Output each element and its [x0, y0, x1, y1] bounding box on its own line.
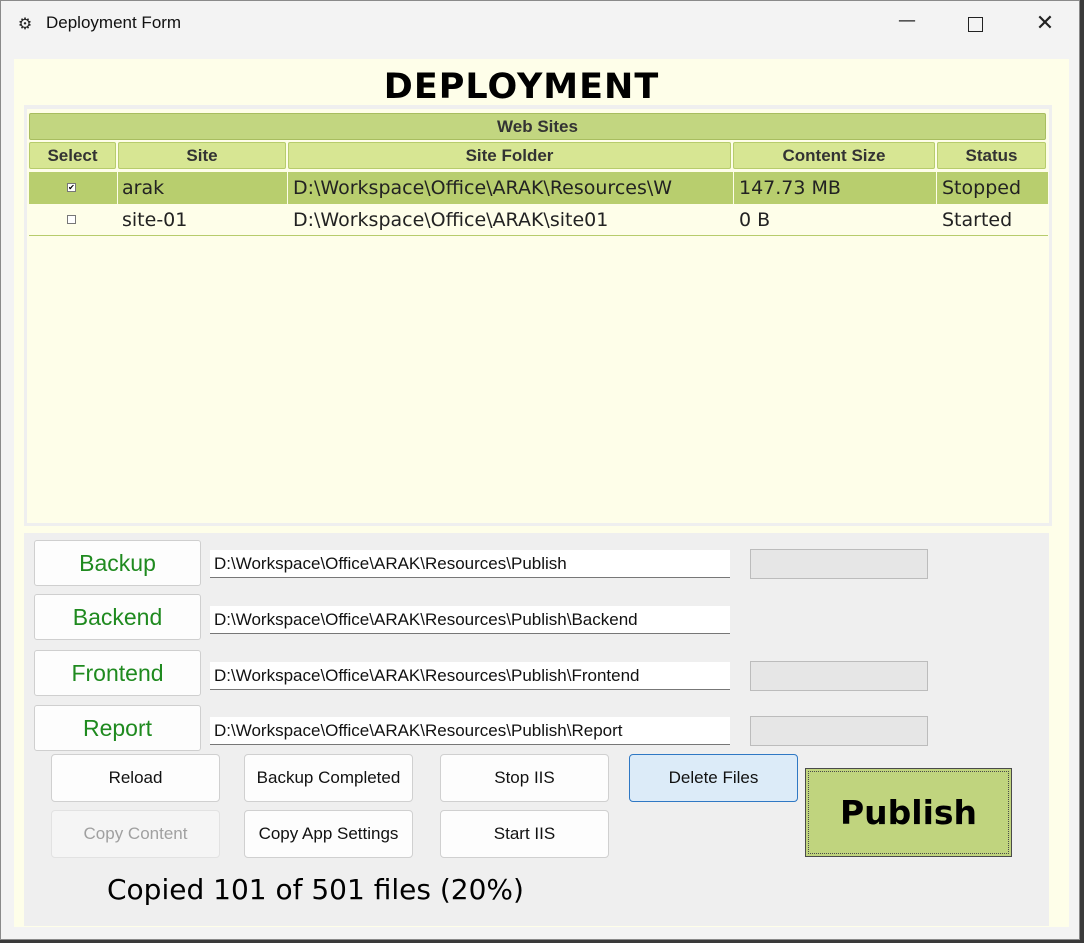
backend-path-field[interactable]: D:\Workspace\Office\ARAK\Resources\Publi… — [210, 606, 730, 634]
report-path-field[interactable]: D:\Workspace\Office\ARAK\Resources\Publi… — [210, 717, 730, 745]
report-progress-bar — [750, 716, 928, 746]
window-title: Deployment Form — [46, 13, 182, 32]
content-size-cell: 147.73 MB — [739, 177, 841, 199]
row-select-checkbox[interactable] — [67, 215, 76, 224]
backup-completed-button[interactable]: Backup Completed — [244, 754, 413, 802]
frontend-path-field[interactable]: D:\Workspace\Office\ARAK\Resources\Publi… — [210, 662, 730, 690]
start-iis-button[interactable]: Start IIS — [440, 810, 609, 858]
copy-status-text: Copied 101 of 501 files (20%) — [107, 873, 524, 906]
backup-path-field[interactable]: D:\Workspace\Office\ARAK\Resources\Publi… — [210, 550, 730, 578]
table-row[interactable]: ✔ arak D:\Workspace\Office\ARAK\Resource… — [29, 172, 1048, 204]
report-button[interactable]: Report — [34, 705, 201, 751]
web-sites-grid[interactable]: Web Sites Select Site Site Folder Conten… — [27, 109, 1049, 523]
app-gear-icon: ⚙ — [17, 14, 33, 33]
copy-content-button[interactable]: Copy Content — [51, 810, 220, 858]
frontend-button[interactable]: Frontend — [34, 650, 201, 696]
delete-files-button[interactable]: Delete Files — [629, 754, 798, 802]
backup-button[interactable]: Backup — [34, 540, 201, 586]
backend-button[interactable]: Backend — [34, 594, 201, 640]
row-select-checkbox[interactable]: ✔ — [67, 183, 76, 192]
web-sites-panel: Web Sites Select Site Site Folder Conten… — [24, 105, 1052, 526]
backup-progress-bar — [750, 549, 928, 579]
close-button[interactable]: ✕ — [1025, 9, 1065, 39]
reload-button[interactable]: Reload — [51, 754, 220, 802]
table-row[interactable]: site-01 D:\Workspace\Office\ARAK\site01 … — [29, 204, 1048, 236]
column-header-status[interactable]: Status — [937, 142, 1046, 169]
form-client-area: DEPLOYMENT Web Sites Select Site Site Fo… — [14, 59, 1069, 927]
site-folder-cell: D:\Workspace\Office\ARAK\Resources\W — [293, 177, 673, 199]
column-header-select[interactable]: Select — [29, 142, 116, 169]
copy-app-settings-button[interactable]: Copy App Settings — [244, 810, 413, 858]
publish-button[interactable]: Publish — [805, 768, 1012, 857]
maximize-icon — [967, 17, 983, 32]
site-name-cell: arak — [122, 177, 165, 199]
status-cell: Started — [942, 209, 1013, 231]
title-bar[interactable]: ⚙ Deployment Form — ✕ — [1, 1, 1079, 47]
minimize-button[interactable]: — — [887, 9, 927, 39]
content-size-cell: 0 B — [739, 209, 771, 231]
column-header-content-size[interactable]: Content Size — [733, 142, 935, 169]
column-header-site[interactable]: Site — [118, 142, 286, 169]
stop-iis-button[interactable]: Stop IIS — [440, 754, 609, 802]
column-header-site-folder[interactable]: Site Folder — [288, 142, 731, 169]
frontend-progress-bar — [750, 661, 928, 691]
deployment-window: ⚙ Deployment Form — ✕ DEPLOYMENT Web Sit… — [0, 0, 1080, 940]
site-name-cell: site-01 — [122, 209, 188, 231]
site-folder-cell: D:\Workspace\Office\ARAK\site01 — [293, 209, 609, 231]
grid-group-header: Web Sites — [29, 113, 1046, 140]
actions-panel: Backup D:\Workspace\Office\ARAK\Resource… — [24, 533, 1049, 926]
maximize-button[interactable] — [955, 9, 995, 39]
status-cell: Stopped — [942, 177, 1022, 199]
page-title: DEPLOYMENT — [383, 67, 660, 107]
